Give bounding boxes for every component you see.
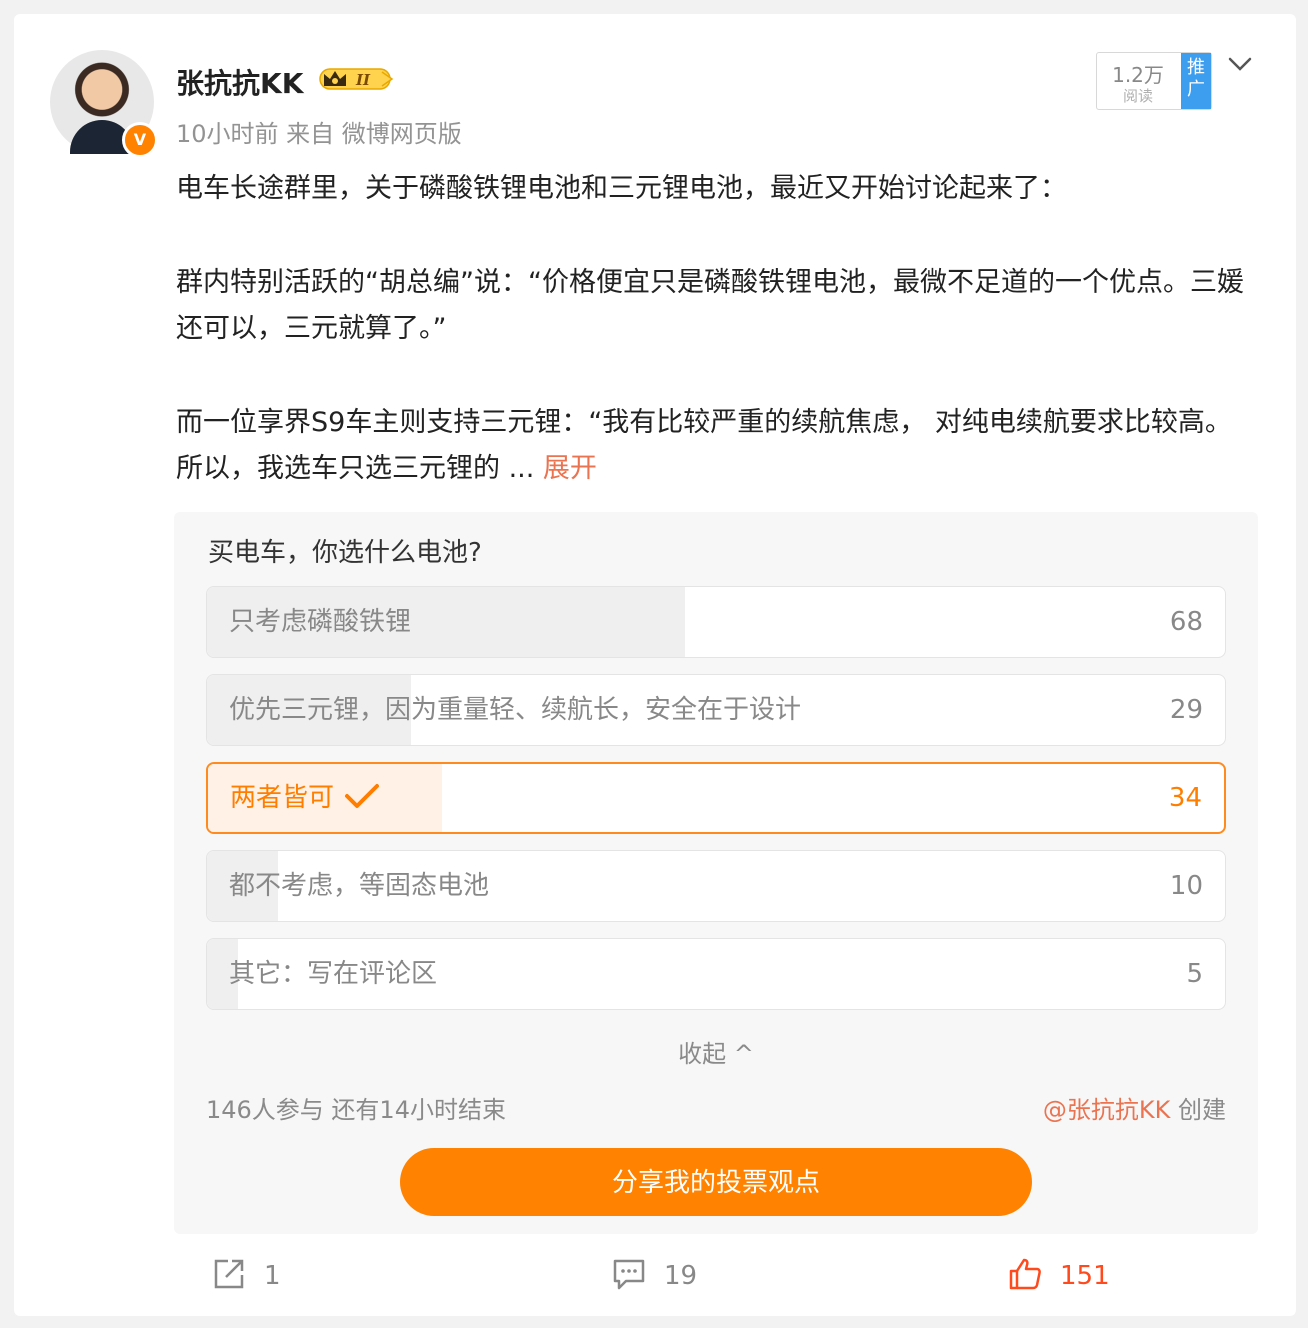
check-icon bbox=[345, 783, 380, 808]
poll-card: 买电车，你选什么电池? 只考虑磷酸铁锂 68 优先三元锂，因为重量轻、续航长，安… bbox=[174, 512, 1258, 1234]
creator-link[interactable]: @张抗抗KK bbox=[1043, 1096, 1170, 1124]
poll-question: 买电车，你选什么电池? bbox=[208, 538, 482, 568]
post-paragraph: 电车长途群里，关于磷酸铁锂电池和三元锂电池，最近又开始讨论起来了： bbox=[176, 173, 1067, 204]
poll-option[interactable]: 只考虑磷酸铁锂 68 bbox=[206, 586, 1226, 658]
post-paragraph: 而一位享界S9车主则支持三元锂：“我有比较严重的续航焦虑， 对纯电续航要求比较高… bbox=[176, 400, 1266, 492]
poll-option-label: 都不考虑，等固态电池 bbox=[229, 871, 490, 901]
collapse-button[interactable]: 收起 ^ bbox=[174, 1034, 1258, 1069]
poll-creator: @张抗抗KK 创建 bbox=[1043, 1090, 1226, 1125]
poll-participants: 146人参与 还有14小时结束 bbox=[206, 1096, 506, 1124]
forward-count: 1 bbox=[264, 1261, 281, 1291]
forward-button[interactable]: 1 bbox=[212, 1254, 281, 1304]
poll-option-label: 其它：写在评论区 bbox=[229, 959, 438, 989]
thumbs-up-icon bbox=[1009, 1258, 1041, 1289]
expand-link[interactable]: 展开 bbox=[543, 453, 597, 484]
forward-icon bbox=[214, 1259, 244, 1288]
action-bar: 1 19 151 bbox=[14, 1254, 1296, 1304]
comment-icon bbox=[613, 1259, 645, 1289]
read-label: 阅读 bbox=[1122, 87, 1153, 105]
avatar[interactable]: V bbox=[50, 50, 158, 158]
poll-option-count: 10 bbox=[1169, 871, 1203, 901]
comment-count: 19 bbox=[664, 1261, 698, 1291]
poll-option-count: 68 bbox=[1169, 607, 1203, 637]
vip-level: II bbox=[355, 71, 371, 89]
weibo-post-card: V 张抗抗KK II 10小时前 来自 微博网页版 1.2万 阅读 推广 电车长… bbox=[14, 14, 1296, 1316]
promote-button[interactable]: 推广 bbox=[1181, 53, 1211, 109]
poll-option-label: 优先三元锂，因为重量轻、续航长，安全在于设计 bbox=[229, 695, 802, 725]
poll-option-selected[interactable]: 两者皆可 34 bbox=[206, 762, 1226, 834]
poll-option-label-text: 两者皆可 bbox=[230, 783, 335, 813]
poll-option-label: 只考虑磷酸铁锂 bbox=[229, 607, 412, 637]
post-meta: 10小时前 来自 微博网页版 bbox=[176, 120, 462, 148]
poll-option-count: 5 bbox=[1186, 959, 1203, 989]
poll-option-count: 34 bbox=[1168, 783, 1202, 813]
post-paragraph-text: 而一位享界S9车主则支持三元锂：“我有比较严重的续航焦虑， 对纯电续航要求比较高… bbox=[176, 407, 1232, 484]
post-content: 电车长途群里，关于磷酸铁锂电池和三元锂电池，最近又开始讨论起来了： 群内特别活跃… bbox=[176, 166, 1266, 492]
comment-button[interactable]: 19 bbox=[612, 1254, 697, 1304]
poll-option[interactable]: 其它：写在评论区 5 bbox=[206, 938, 1226, 1010]
creator-suffix: 创建 bbox=[1170, 1096, 1226, 1124]
verified-badge-icon: V bbox=[122, 122, 158, 158]
read-count-box[interactable]: 1.2万 阅读 推广 bbox=[1096, 52, 1212, 110]
poll-option-count: 29 bbox=[1169, 695, 1203, 725]
read-count: 1.2万 bbox=[1112, 63, 1164, 87]
chevron-down-icon[interactable] bbox=[1226, 50, 1254, 78]
share-vote-button[interactable]: 分享我的投票观点 bbox=[400, 1148, 1032, 1216]
poll-option[interactable]: 都不考虑，等固态电池 10 bbox=[206, 850, 1226, 922]
post-paragraph: 群内特别活跃的“胡总编”说：“价格便宜只是磷酸铁锂电池，最微不足道的一个优点。三… bbox=[176, 267, 1244, 344]
like-button[interactable]: 151 bbox=[1008, 1254, 1110, 1304]
poll-option-label: 两者皆可 bbox=[230, 764, 380, 832]
poll-option[interactable]: 优先三元锂，因为重量轻、续航长，安全在于设计 29 bbox=[206, 674, 1226, 746]
username[interactable]: 张抗抗KK bbox=[176, 62, 303, 102]
vip-crown-icon[interactable]: II bbox=[318, 66, 396, 92]
like-count: 151 bbox=[1060, 1261, 1110, 1291]
